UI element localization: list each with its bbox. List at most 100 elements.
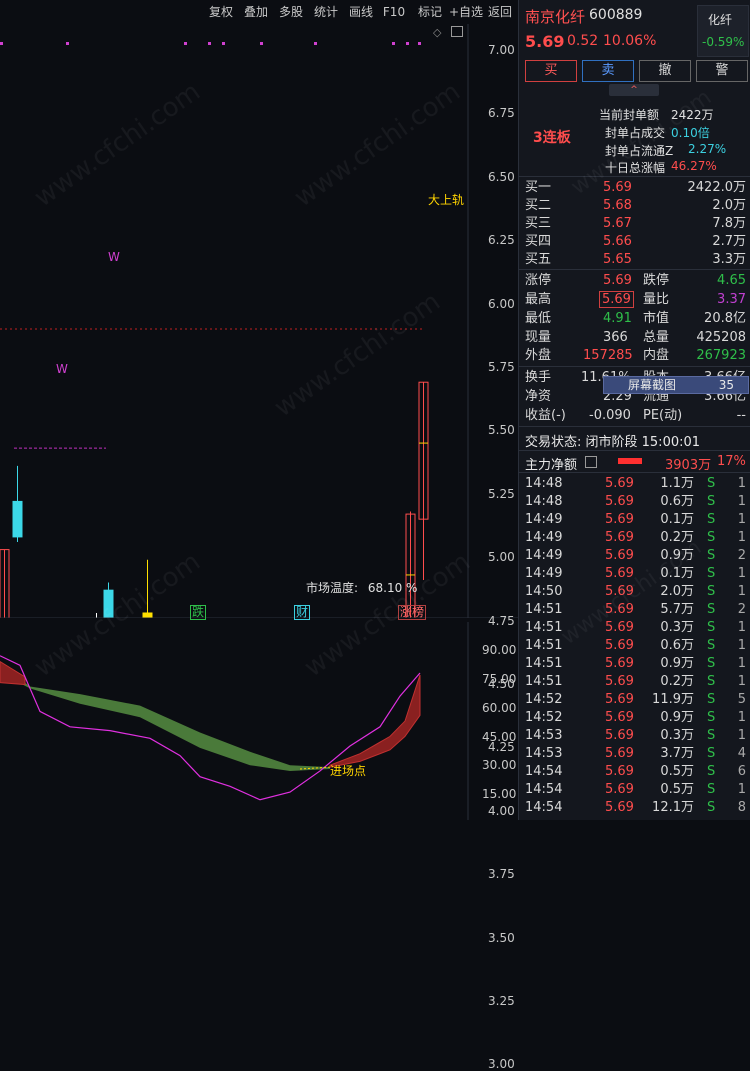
stock-name: 南京化纤: [525, 8, 586, 26]
toolbar-button[interactable]: 画线: [345, 3, 377, 21]
tick-time: 14:49: [525, 512, 563, 527]
sector-box[interactable]: 化纤 -0.59%: [697, 5, 749, 57]
signal-dot: [418, 42, 421, 45]
list-icon[interactable]: [585, 456, 597, 468]
signal-dot: [184, 42, 187, 45]
indicator-axis-tick: 60.00: [482, 701, 517, 715]
quote-panel: 南京化纤 600889 5.69 0.52 10.06% 化纤 -0.59% 买…: [518, 0, 750, 820]
tick-volume: 2.0万: [660, 584, 694, 599]
candle-body: [12, 500, 23, 538]
tick-price: 5.69: [605, 656, 634, 671]
toolbar-button[interactable]: 多股: [275, 3, 307, 21]
bid-row[interactable]: 买三 5.67 7.8万: [525, 215, 746, 233]
divider: [519, 366, 750, 367]
tick-side: S: [707, 656, 716, 671]
tick-count: 8: [737, 800, 746, 815]
tick-row: 14:48 5.69 0.6万 S 1: [525, 493, 746, 511]
toolbar-button[interactable]: 叠加: [240, 3, 272, 21]
low-value: 4.91: [603, 311, 632, 326]
tick-row: 14:48 5.69 1.1万 S 1: [525, 475, 746, 493]
bid-label: 买一: [525, 180, 552, 195]
tick-count: 5: [737, 692, 746, 707]
buy-button[interactable]: 买: [525, 60, 577, 82]
price-axis-tick: 5.50: [488, 423, 515, 438]
tick-volume: 0.6万: [660, 638, 694, 653]
divider: [519, 450, 750, 451]
tick-time: 14:54: [525, 764, 563, 779]
tick-count: 1: [737, 782, 746, 797]
tick-price: 5.69: [605, 764, 634, 779]
red-band: [0, 660, 26, 686]
tick-count: 1: [737, 530, 746, 545]
price-axis-tick: 5.25: [488, 486, 515, 501]
limit-down-value: 4.65: [717, 273, 746, 288]
market-value-value: 20.8亿: [704, 311, 746, 326]
tick-time: 14:52: [525, 710, 563, 725]
chart-area[interactable]: 复权 叠加 多股 统计 画线 F10 标记 +自选 返回 ◇ 大上轨 W W 市场温度: 68.…: [0, 0, 518, 1071]
tag-cai[interactable]: 财: [294, 605, 311, 620]
main-flow-bar: [618, 458, 642, 464]
toolbar-button[interactable]: +自选: [448, 3, 484, 21]
indicator-axis-tick: 90.00: [482, 643, 517, 657]
tick-side: S: [707, 602, 716, 617]
signal-dot: [66, 42, 69, 45]
turnover-label: 换手: [525, 370, 552, 385]
bid-row[interactable]: 买二 5.68 2.0万: [525, 197, 746, 215]
window-icon[interactable]: [451, 26, 463, 37]
bid-row[interactable]: 买一 5.69 2422.0万: [525, 179, 746, 197]
tick-volume: 12.1万: [652, 800, 694, 815]
toolbar-button[interactable]: 标记: [415, 3, 445, 21]
tick-side: S: [707, 800, 716, 815]
toolbar-button[interactable]: 返回: [486, 3, 514, 21]
bid-row[interactable]: 买四 5.66 2.7万: [525, 233, 746, 251]
screenshot-tag[interactable]: 屏幕截图 35: [603, 376, 749, 394]
divider: [519, 472, 750, 473]
tick-side: S: [707, 566, 716, 581]
tick-price: 5.69: [605, 530, 634, 545]
sell-button[interactable]: 卖: [582, 60, 634, 82]
tick-count: 1: [737, 638, 746, 653]
bid-row[interactable]: 买五 5.65 3.3万: [525, 251, 746, 269]
tick-row: 14:53 5.69 3.7万 S 4: [525, 745, 746, 763]
bid-label: 买五: [525, 252, 552, 267]
tick-count: 1: [737, 584, 746, 599]
tick-price: 5.69: [605, 710, 634, 725]
tick-row: 14:49 5.69 0.9万 S 2: [525, 547, 746, 565]
main-flow-value: 3903万: [665, 458, 712, 473]
tick-time: 14:48: [525, 476, 563, 491]
tick-time: 14:48: [525, 494, 563, 509]
tag-die[interactable]: 跌: [190, 605, 207, 620]
signal-dot: [406, 42, 409, 45]
collapse-tab[interactable]: ^: [609, 84, 659, 96]
signal-dot: [222, 42, 225, 45]
high-value: 5.69: [599, 291, 634, 308]
dropdown-icon[interactable]: ◇: [433, 26, 441, 39]
tick-volume: 0.5万: [660, 782, 694, 797]
screenshot-tag-value: 35: [718, 378, 734, 392]
tick-price: 5.69: [605, 512, 634, 527]
inner-value: 267923: [696, 348, 746, 363]
tick-volume: 0.9万: [660, 656, 694, 671]
bid-volume: 2.7万: [712, 234, 746, 249]
cancel-order-button[interactable]: 撤: [639, 60, 691, 82]
toolbar-button[interactable]: 复权: [205, 3, 237, 21]
tick-price: 5.69: [605, 476, 634, 491]
tick-side: S: [707, 476, 716, 491]
price-axis-tick: 3.00: [488, 1057, 515, 1071]
screenshot-tag-label: 屏幕截图: [628, 378, 677, 392]
tick-volume: 0.9万: [660, 710, 694, 725]
toolbar-button[interactable]: F10: [380, 3, 408, 21]
alert-button[interactable]: 警: [696, 60, 748, 82]
tick-count: 1: [737, 476, 746, 491]
tick-volume: 1.1万: [660, 476, 694, 491]
bid-price: 5.68: [603, 198, 632, 213]
toolbar-button[interactable]: 统计: [310, 3, 342, 21]
trade-status: 交易状态: 闭市阶段 15:00:01: [525, 435, 701, 450]
main-flow-label: 主力净额: [525, 458, 578, 473]
indicator-axis-tick: 30.00: [482, 758, 517, 772]
tick-row: 14:54 5.69 12.1万 S 8: [525, 799, 746, 817]
tick-count: 4: [737, 746, 746, 761]
eps-value: -0.090: [589, 408, 631, 423]
indicator-axis-tick: 15.00: [482, 787, 517, 801]
price-axis-tick: 5.00: [488, 550, 515, 565]
